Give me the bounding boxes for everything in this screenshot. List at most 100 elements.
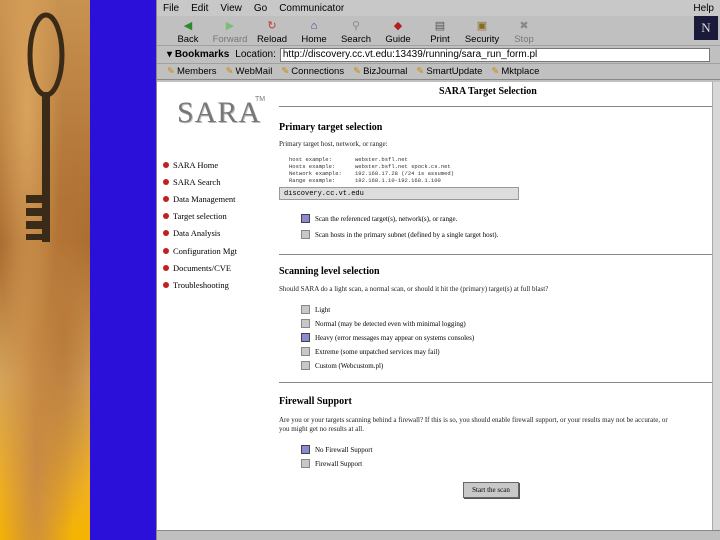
guide-button[interactable]: ◆ Guide (377, 19, 419, 45)
nav-label: Data Analysis (173, 228, 221, 239)
checkbox[interactable] (301, 214, 310, 223)
home-icon: ⌂ (310, 20, 318, 32)
bookmark-pencil-icon: ✎ (353, 66, 362, 77)
scan-extreme-option[interactable]: Extreme (some unpatched services may fai… (301, 347, 440, 356)
members-label: Members (176, 66, 217, 77)
red-bullet-icon (163, 247, 169, 254)
security-label: Security (464, 34, 500, 45)
scanning-section-title: Scanning level selection (279, 266, 380, 277)
trademark-mark: TM (255, 96, 266, 103)
nav-troubleshooting[interactable]: Troubleshooting (163, 276, 237, 293)
nav-label: Documents/CVE (173, 262, 232, 273)
smartupdate-label: SmartUpdate (426, 66, 483, 77)
red-bullet-icon (163, 264, 169, 271)
checkbox[interactable] (301, 230, 310, 239)
personal-toolbar: ✎ Members ✎ WebMail ✎ Connections ✎ BizJourn… (157, 64, 720, 80)
print-button[interactable]: ▤ Print (419, 19, 461, 45)
print-icon: ▤ (434, 20, 446, 32)
primary-target-input[interactable] (279, 187, 519, 200)
nav-target-selection[interactable]: Target selection (163, 208, 237, 225)
option-label: Normal (may be detected even with minima… (315, 319, 466, 328)
url-input[interactable] (279, 47, 710, 62)
bookmarks-button[interactable]: ▾ Bookmarks (167, 49, 229, 60)
checkbox[interactable] (301, 361, 310, 370)
menu-help[interactable]: Help (687, 3, 720, 14)
reload-icon: ↻ (267, 20, 277, 32)
scan-normal-option[interactable]: Normal (may be detected even with minima… (301, 319, 466, 328)
guide-icon: ◆ (393, 20, 403, 32)
nav-sara-home[interactable]: SARA Home (163, 156, 237, 173)
vertical-scrollbar[interactable] (712, 82, 720, 530)
menu-view[interactable]: View (214, 3, 248, 14)
scan-custom-option[interactable]: Custom (Webcustom.pl) (301, 361, 383, 370)
netscape-logo-icon[interactable]: N (694, 16, 718, 40)
reload-label: Reload (256, 34, 288, 45)
menu-edit[interactable]: Edit (185, 3, 214, 14)
bizjournal-label: BizJournal (363, 66, 408, 77)
forward-label: Forward (212, 34, 248, 45)
nav-label: Troubleshooting (173, 279, 229, 290)
target-examples: host example: webster.bsfl.net Hosts exa… (289, 156, 455, 184)
bookmark-pencil-icon: ✎ (416, 66, 425, 77)
option-label: Extreme (some unpatched services may fai… (315, 347, 440, 356)
menu-file[interactable]: File (157, 3, 185, 14)
stop-button[interactable]: ✖ Stop (503, 19, 545, 45)
connections-link[interactable]: ✎ Connections (281, 66, 344, 77)
back-button[interactable]: ◀ Back (167, 19, 209, 45)
nav-label: Target selection (173, 211, 227, 222)
back-arrow-icon: ◀ (183, 20, 193, 32)
menu-bar: File Edit View Go Communicator Help (157, 0, 720, 16)
firewall-section-title: Firewall Support (279, 396, 352, 407)
nav-configuration-mgt[interactable]: Configuration Mgt (163, 242, 237, 259)
bookmark-pencil-icon: ✎ (491, 66, 500, 77)
nav-label: SARA Home (173, 159, 219, 170)
menu-communicator[interactable]: Communicator (273, 3, 350, 14)
scan-subnet-option[interactable]: Scan hosts in the primary subnet (define… (301, 230, 498, 239)
checkbox[interactable] (301, 445, 310, 454)
nav-data-analysis[interactable]: Data Analysis (163, 225, 237, 242)
stop-label: Stop (514, 34, 534, 45)
mktplace-link[interactable]: ✎ Mktplace (491, 66, 539, 77)
divider (279, 254, 720, 255)
checkbox[interactable] (301, 333, 310, 342)
sara-logo: SARA (177, 96, 262, 129)
nav-data-management[interactable]: Data Management (163, 190, 237, 207)
primary-section-title: Primary target selection (279, 122, 383, 133)
search-button[interactable]: ⚲ Search (335, 19, 377, 45)
webmail-label: WebMail (235, 66, 273, 77)
checkbox[interactable] (301, 347, 310, 356)
search-icon: ⚲ (351, 20, 361, 32)
sara-nav: SARA Home SARA Search Data Management Ta… (163, 156, 237, 294)
location-bar: ▾ Bookmarks Location: (157, 46, 720, 64)
red-bullet-icon (163, 213, 169, 220)
firewall-support-option[interactable]: Firewall Support (301, 459, 362, 468)
checkbox[interactable] (301, 459, 310, 468)
checkbox[interactable] (301, 305, 310, 314)
forward-button[interactable]: ▶ Forward (209, 19, 251, 45)
menu-go[interactable]: Go (248, 3, 273, 14)
option-label: Custom (Webcustom.pl) (315, 361, 384, 370)
print-label: Print (430, 34, 450, 45)
start-scan-button[interactable]: Start the scan (463, 482, 519, 498)
scan-light-option[interactable]: Light (301, 305, 330, 314)
members-link[interactable]: ✎ Members (167, 66, 217, 77)
sara-main-form: SARA Target Selection Primary target sel… (279, 82, 720, 530)
bookmarks-label: Bookmarks (174, 49, 230, 60)
security-lock-icon: ▣ (476, 20, 488, 32)
scan-referenced-option[interactable]: Scan the referenced target(s), network(s… (301, 214, 457, 223)
security-button[interactable]: ▣ Security (461, 19, 503, 45)
nav-documents-cve[interactable]: Documents/CVE (163, 259, 237, 276)
checkbox[interactable] (301, 319, 310, 328)
option-label: Scan the referenced target(s), network(s… (315, 214, 458, 223)
bizjournal-link[interactable]: ✎ BizJournal (353, 66, 407, 77)
red-bullet-icon (163, 195, 169, 202)
red-bullet-icon (163, 161, 169, 168)
scan-heavy-option[interactable]: Heavy (error messages may appear on syst… (301, 333, 474, 342)
back-label: Back (177, 34, 199, 45)
webmail-link[interactable]: ✎ WebMail (226, 66, 273, 77)
home-button[interactable]: ⌂ Home (293, 19, 335, 45)
no-firewall-option[interactable]: No Firewall Support (301, 445, 373, 454)
smartupdate-link[interactable]: ✎ SmartUpdate (416, 66, 482, 77)
nav-sara-search[interactable]: SARA Search (163, 173, 237, 190)
reload-button[interactable]: ↻ Reload (251, 19, 293, 45)
